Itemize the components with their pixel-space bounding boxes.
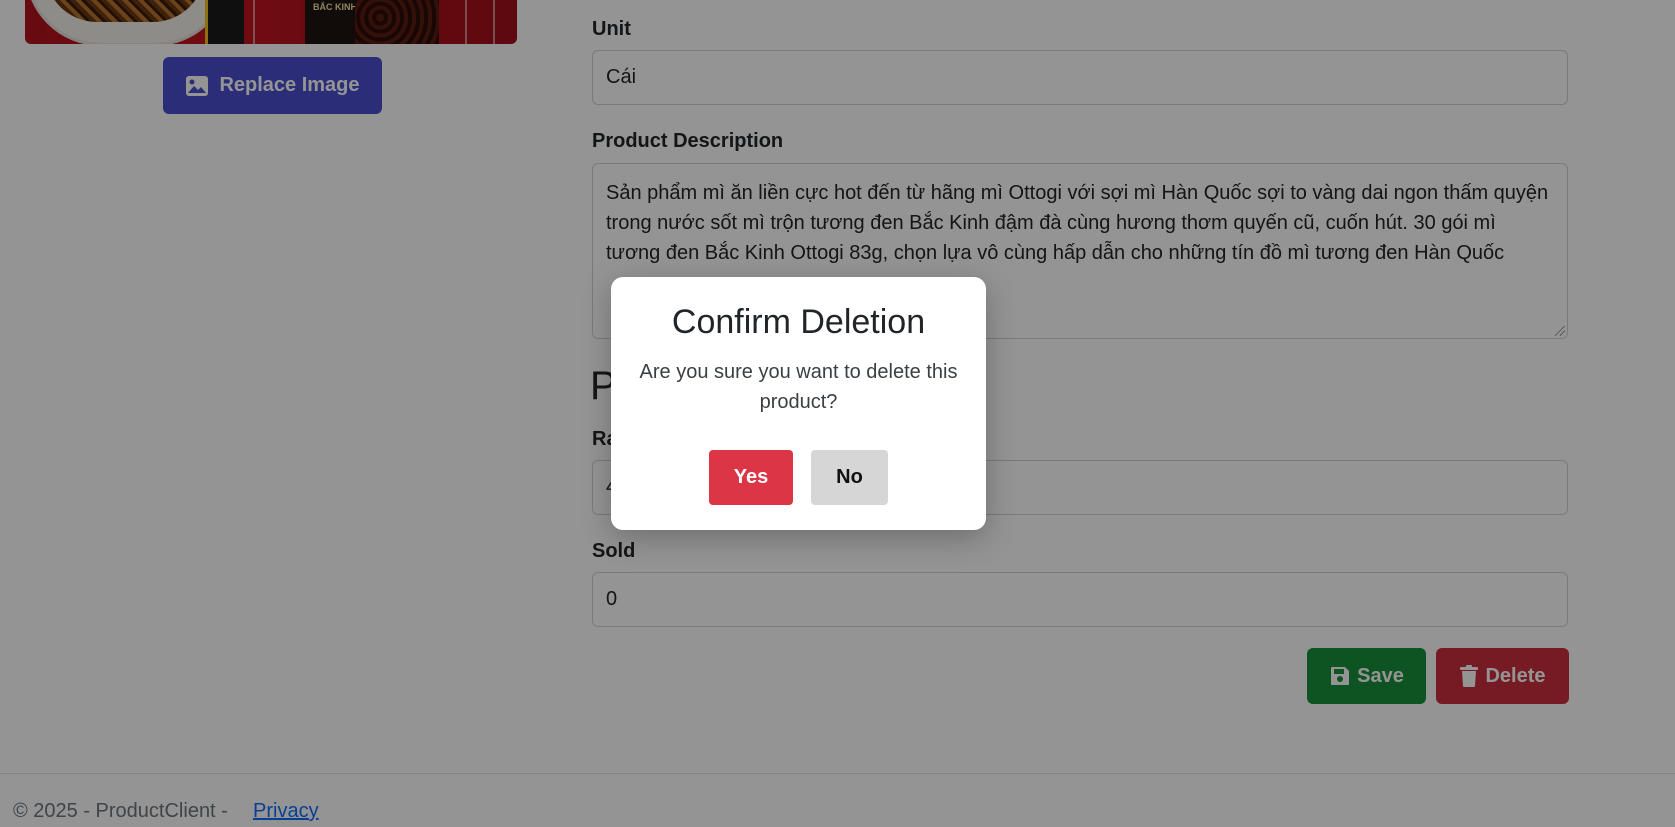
- confirm-yes-button[interactable]: Yes: [709, 450, 793, 505]
- confirm-no-button[interactable]: No: [811, 450, 888, 505]
- dialog-message: Are you sure you want to delete this pro…: [639, 361, 958, 413]
- product-edit-page: BẮC KINH Replace Image Unit Cái Product …: [0, 0, 1675, 827]
- confirm-deletion-dialog: Confirm Deletion Are you sure you want t…: [611, 277, 986, 530]
- dialog-title: Confirm Deletion: [671, 303, 926, 341]
